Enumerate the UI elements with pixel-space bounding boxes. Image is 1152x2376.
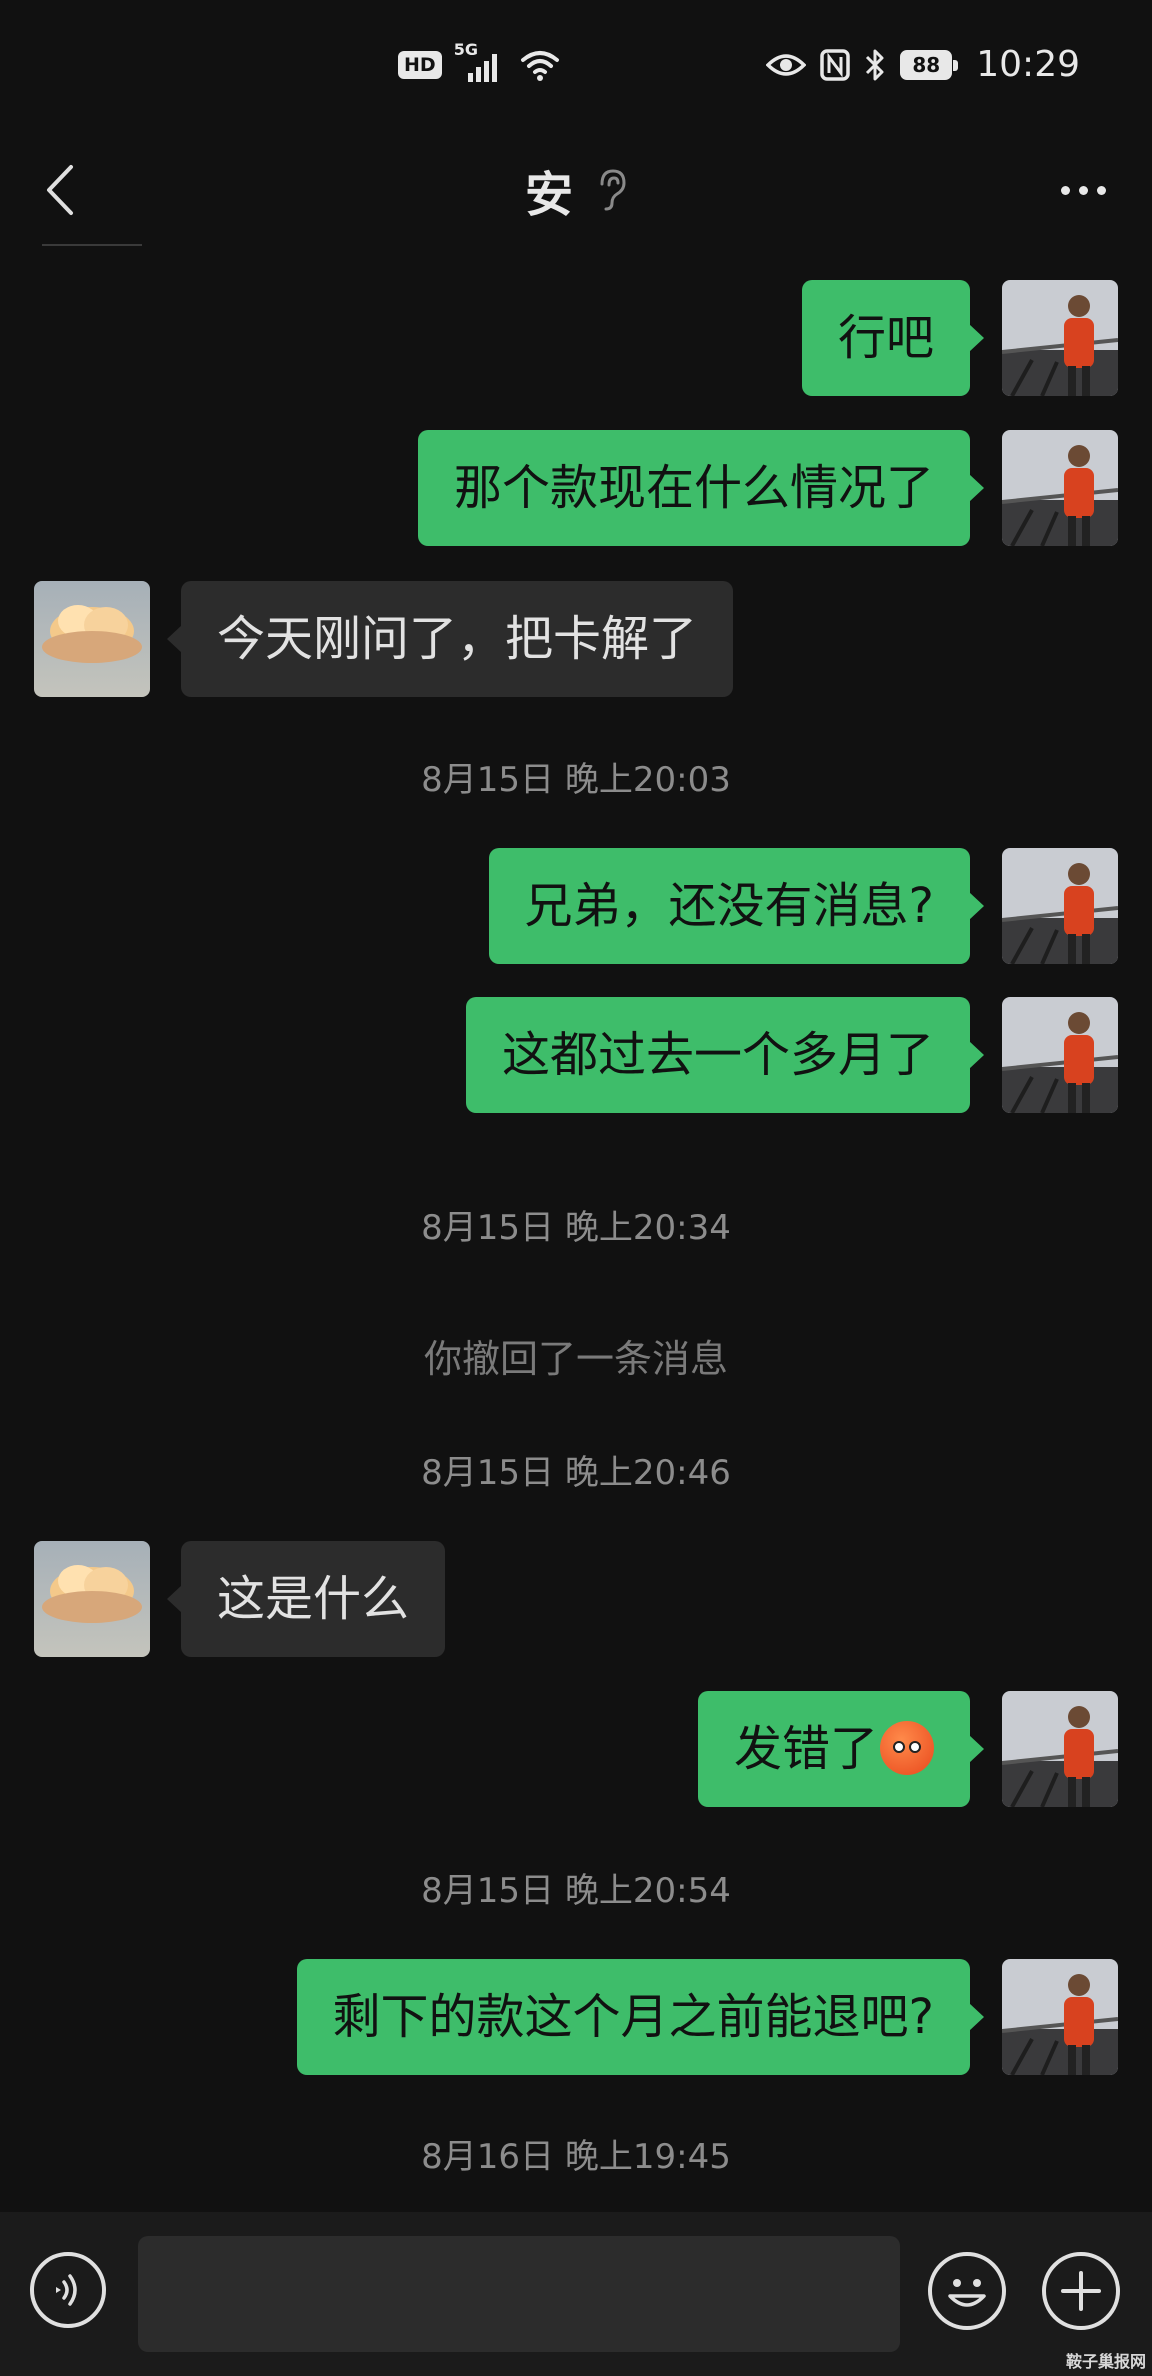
- my-avatar[interactable]: [1002, 1959, 1118, 2075]
- watermark: 鞍子巢报网: [1065, 2352, 1146, 2371]
- contact-message-bubble[interactable]: 今天刚问了，把卡解了: [166, 581, 734, 697]
- my-message-bubble[interactable]: 那个款现在什么情况了: [417, 430, 985, 546]
- my-avatar[interactable]: [1002, 997, 1118, 1113]
- message-timestamp: 8月16日 晚上19:45: [421, 2137, 731, 2177]
- my-avatar[interactable]: [1002, 430, 1118, 546]
- ear-icon: [600, 169, 626, 211]
- header-divider: [42, 244, 142, 246]
- message-timestamp: 8月15日 晚上20:54: [421, 1871, 731, 1911]
- chat-title: 安: [524, 167, 573, 223]
- status-bar-left: HD 5G: [398, 40, 560, 84]
- message-timestamp: 8月15日 晚上20:03: [421, 760, 731, 800]
- my-avatar[interactable]: [1002, 1691, 1118, 1807]
- my-avatar[interactable]: [1002, 280, 1118, 396]
- my-avatar[interactable]: [1002, 848, 1118, 964]
- plus-icon: [1061, 2271, 1101, 2311]
- cellular-signal-icon: 5G: [454, 40, 508, 84]
- voice-button[interactable]: [30, 2252, 106, 2328]
- more-dots-icon: [1060, 185, 1070, 195]
- battery-level: 88: [903, 52, 950, 77]
- hd-badge: HD: [398, 51, 442, 79]
- nfc-icon: [820, 48, 850, 81]
- voice-icon: [56, 2274, 77, 2306]
- wifi-icon: [520, 51, 559, 81]
- my-message-bubble[interactable]: 这都过去一个多月了: [465, 997, 985, 1113]
- my-message-bubble[interactable]: 兄弟，还没有消息?: [488, 848, 985, 964]
- my-message-bubble[interactable]: 剩下的款这个月之前能退吧?: [296, 1959, 985, 2075]
- contact-message-bubble[interactable]: 这是什么: [166, 1541, 446, 1657]
- emoji-button[interactable]: [928, 2252, 1006, 2330]
- message-input[interactable]: [138, 2236, 900, 2352]
- more-dot: [1078, 185, 1088, 195]
- more-functions-button[interactable]: [1042, 2252, 1120, 2330]
- input-bar: 鞍子巢报网: [0, 2212, 1152, 2376]
- eye-icon: [766, 53, 807, 76]
- emoji-icon: [948, 2279, 986, 2307]
- status-time: 10:29: [976, 44, 1080, 85]
- recall-notice: 你撤回了一条消息: [423, 1337, 728, 1381]
- message-text: 发错了: [733, 1721, 878, 1777]
- status-bar-right: 88 10:29: [766, 44, 1080, 85]
- battery-icon: 88: [900, 49, 959, 80]
- contact-avatar[interactable]: [34, 581, 150, 697]
- status-bar: HD 5G 88 10:29: [0, 0, 1152, 135]
- chat-header: 安: [0, 135, 1152, 245]
- contact-avatar[interactable]: [34, 1541, 150, 1657]
- message-timestamp: 8月15日 晚上20:34: [421, 1208, 731, 1248]
- message-timestamp: 8月15日 晚上20:46: [421, 1453, 731, 1493]
- bluetooth-icon: [866, 49, 884, 80]
- my-message-bubble[interactable]: 行吧: [801, 280, 985, 396]
- sad-face-emoji-icon: [880, 1721, 934, 1775]
- more-options-button[interactable]: [1048, 165, 1118, 215]
- chat-title-group: 安: [0, 145, 1152, 235]
- my-message-bubble[interactable]: 发错了: [697, 1691, 985, 1807]
- more-dot: [1096, 185, 1106, 195]
